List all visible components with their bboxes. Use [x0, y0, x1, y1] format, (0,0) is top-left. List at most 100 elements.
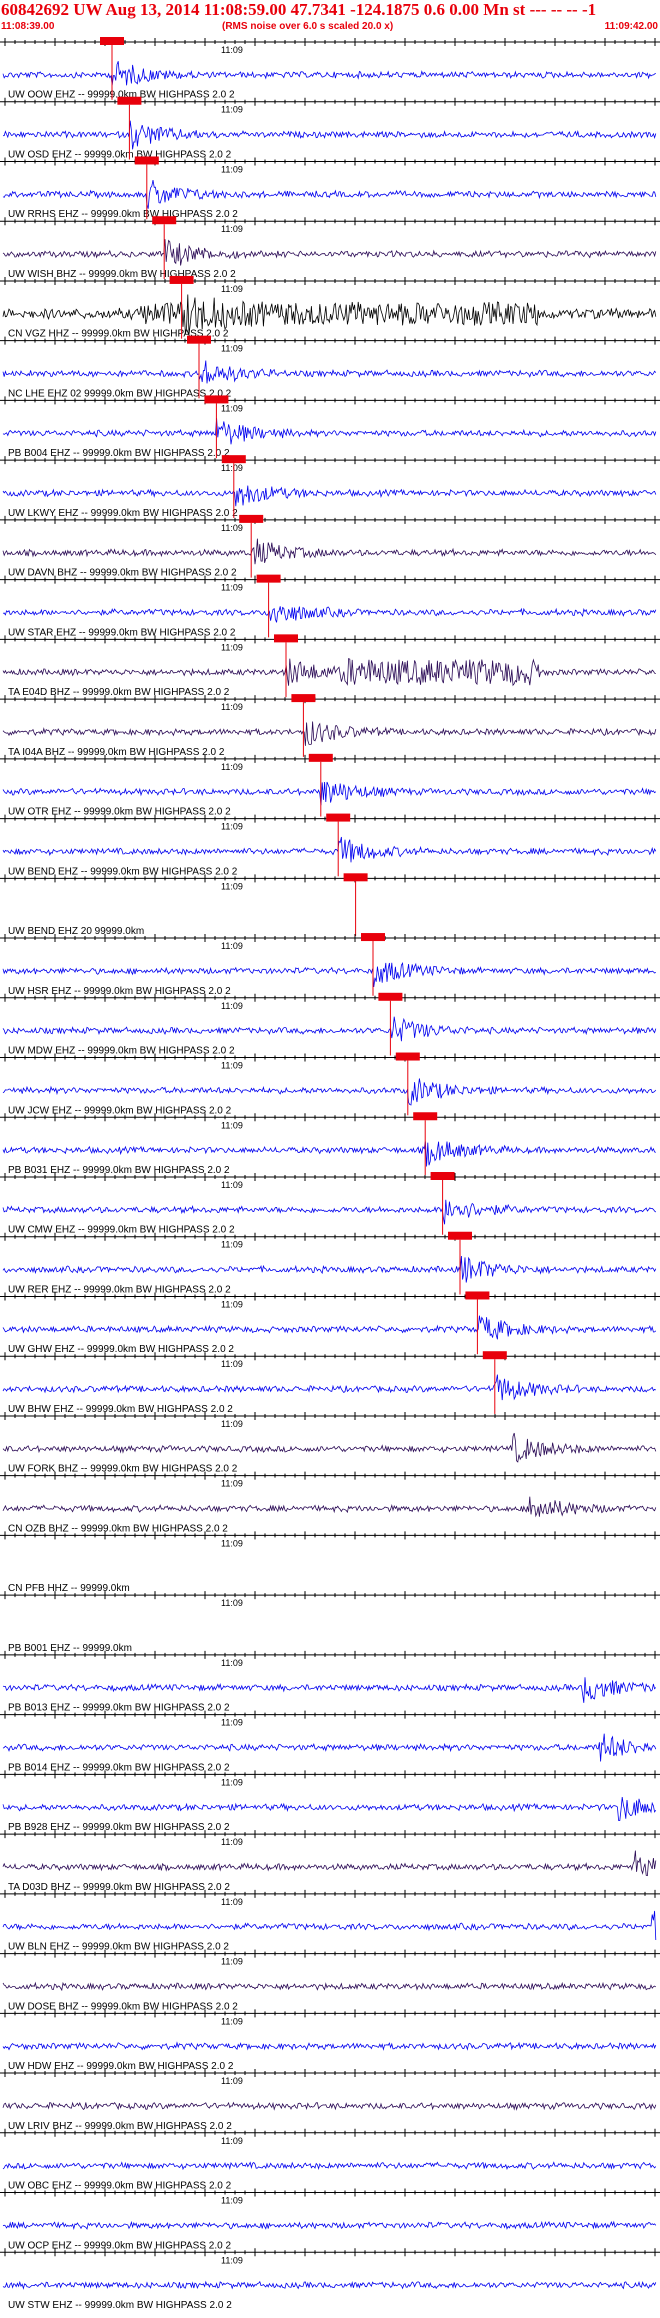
time-tick-label: 11:09: [221, 463, 243, 473]
waveform: [2, 2161, 657, 2171]
pick-marker: [308, 753, 333, 762]
station-label: UW LKWY EHZ -- 99999.0km BW HIGHPASS 2.0…: [8, 508, 238, 519]
time-tick-label: 11:09: [221, 1240, 243, 1250]
waveform: [2, 2220, 657, 2231]
pick-marker: [152, 216, 177, 225]
waveform: [2, 1016, 657, 1042]
station-label: UW BEND EHZ 20 99999.0km: [8, 926, 144, 937]
start-time: 11:08:39.00: [1, 21, 55, 32]
station-label: UW STAR EHZ -- 99999.0km BW HIGHPASS 2.0…: [8, 627, 236, 638]
pick-marker: [343, 873, 368, 882]
end-time: 11:09:42.00: [604, 21, 658, 32]
station-label: UW HDW EHZ -- 99999.0km BW HIGHPASS 2.0 …: [8, 2061, 234, 2072]
time-tick-label: 11:09: [221, 284, 243, 294]
waveform: [2, 1141, 656, 1167]
trace-row: 11:09 PB B004 EHZ -- 99999.0km BW HIGHPAS…: [0, 395, 660, 459]
trace-row: 11:09 UW DOSE BHZ -- 99999.0km BW HIGHPAS…: [0, 1949, 660, 2012]
station-label: TA D03D BHZ -- 99999.0km BW HIGHPASS 2.0…: [8, 1882, 230, 1893]
time-tick-label: 11:09: [221, 1538, 243, 1548]
waveform: [2, 239, 657, 266]
trace-row: 11:09 CN PFB HHZ -- 99999.0km: [0, 1531, 660, 1594]
station-label: UW GHW EHZ -- 99999.0km BW HIGHPASS 2.0 …: [8, 1344, 234, 1355]
trace-row: 11:09 UW BEND EHZ -- 99999.0km BW HIGHPAS…: [0, 813, 660, 877]
pick-marker: [187, 335, 211, 344]
trace-row: 11:09 UW OBC EHZ -- 99999.0km BW HIGHPASS…: [0, 2128, 660, 2192]
trace-row: 11:09 UW STW EHZ -- 99999.0km BW HIGHPASS…: [0, 2248, 660, 2311]
station-label: CN OZB BHZ -- 99999.0km BW HIGHPASS 2.0 …: [8, 1523, 228, 1534]
waveform: [2, 1677, 657, 1703]
station-label: UW STW EHZ -- 99999.0km BW HIGHPASS 2.0 …: [8, 2300, 232, 2311]
trace-row: 11:09 TA I04A BHZ -- 99999.0km BW HIGHPAS…: [0, 694, 660, 758]
time-tick-label: 11:09: [221, 642, 243, 652]
time-tick-label: 11:09: [221, 1718, 243, 1728]
pick-marker: [395, 1052, 420, 1061]
waveform: [2, 2041, 657, 2051]
station-label: PB B001 EHZ -- 99999.0km: [8, 1643, 132, 1654]
trace-row: 11:09 UW LRIV BHZ -- 99999.0km BW HIGHPAS…: [0, 2069, 660, 2132]
seismogram-panel: 11:09UW OOW EHZ -- 99999.0km BW HIGHPASS…: [0, 37, 660, 2311]
station-label: PB B928 EHZ -- 99999.0km BW HIGHPASS 2.0…: [8, 1822, 230, 1833]
station-label: UW RRHS EHZ -- 99999.0km BW HIGHPASS 2.0…: [8, 209, 238, 220]
time-tick-label: 11:09: [221, 523, 243, 533]
trace-row: 11:09 UW HSR EHZ -- 99999.0km BW HIGHPASS…: [0, 933, 660, 997]
waveform: [2, 538, 657, 565]
trace-row: 11:09 UW OCP EHZ -- 99999.0km BW HIGHPASS…: [0, 2188, 660, 2251]
time-tick-label: 11:09: [221, 45, 243, 55]
time-tick-label: 11:09: [221, 2016, 243, 2026]
station-label: UW HSR EHZ -- 99999.0km BW HIGHPASS 2.0 …: [8, 986, 231, 997]
trace-row: 11:09 UW JCW EHZ -- 99999.0km BW HIGHPASS…: [0, 1052, 660, 1116]
trace-row: 11:09 CN OZB BHZ -- 99999.0km BW HIGHPASS…: [0, 1471, 660, 1534]
station-label: UW OBC EHZ -- 99999.0km BW HIGHPASS 2.0 …: [8, 2181, 232, 2192]
time-tick-label: 11:09: [221, 1061, 243, 1071]
waveform: [2, 1496, 657, 1518]
waveform: [2, 836, 657, 863]
waveform: [2, 485, 657, 507]
pick-marker: [378, 992, 403, 1001]
waveform: [2, 1078, 657, 1106]
waveform: [2, 120, 657, 150]
pick-marker: [256, 574, 281, 583]
waveform: [2, 1432, 657, 1463]
time-tick-label: 11:09: [221, 941, 243, 951]
time-tick-label: 11:09: [221, 1658, 243, 1668]
time-tick-label: 11:09: [221, 1897, 243, 1907]
waveform: [2, 781, 657, 806]
time-tick-label: 11:09: [221, 2076, 243, 2086]
time-tick-label: 11:09: [221, 164, 243, 174]
trace-row: 11:09 UW CMW EHZ -- 99999.0km BW HIGHPASS…: [0, 1172, 660, 1236]
time-tick-label: 11:09: [221, 583, 243, 593]
event-title: 60842692 UW Aug 13, 2014 11:08:59.00 47.…: [1, 0, 597, 19]
pick-marker: [361, 933, 385, 942]
time-tick-label: 11:09: [221, 1180, 243, 1190]
station-label: PB B014 EHZ -- 99999.0km BW HIGHPASS 2.0…: [8, 1762, 230, 1773]
station-label: UW BEND EHZ -- 99999.0km BW HIGHPASS 2.0…: [8, 866, 238, 877]
station-label: UW DOSE BHZ -- 99999.0km BW HIGHPASS 2.0…: [8, 2001, 238, 2012]
pick-marker: [326, 813, 351, 822]
waveform: [2, 1981, 657, 1992]
trace-row: 11:09 UW BHW EHZ -- 99999.0km BW HIGHPASS…: [0, 1351, 660, 1415]
station-label: UW MDW EHZ -- 99999.0km BW HIGHPASS 2.0 …: [8, 1046, 235, 1057]
trace-row: 11:09 UW BEND EHZ 20 99999.0km: [0, 873, 660, 937]
trace-row: 11:09 PB B928 EHZ -- 99999.0km BW HIGHPAS…: [0, 1770, 660, 1833]
station-label: NC LHE EHZ 02 99999.0km BW HIGHPASS 2.0 …: [8, 388, 232, 399]
station-label: UW WISH BHZ -- 99999.0km BW HIGHPASS 2.0…: [8, 269, 236, 280]
station-label: PB B031 EHZ -- 99999.0km BW HIGHPASS 2.0…: [8, 1165, 230, 1176]
waveform: [2, 1910, 657, 1941]
waveform: [2, 1797, 657, 1822]
station-label: UW OCP EHZ -- 99999.0km BW HIGHPASS 2.0 …: [8, 2240, 231, 2251]
time-tick-label: 11:09: [221, 2196, 243, 2206]
trace-row: 11:09 UW DAVN BHZ -- 99999.0km BW HIGHPAS…: [0, 514, 660, 579]
station-label: UW FORK BHZ -- 99999.0km BW HIGHPASS 2.0…: [8, 1464, 238, 1475]
station-label: UW CMW EHZ -- 99999.0km BW HIGHPASS 2.0 …: [8, 1225, 235, 1236]
waveform: [2, 180, 657, 209]
waveform: [2, 2280, 657, 2290]
time-tick-label: 11:09: [221, 1777, 243, 1787]
station-label: UW LRIV BHZ -- 99999.0km BW HIGHPASS 2.0…: [8, 2121, 232, 2132]
waveform: [2, 360, 657, 384]
time-tick-label: 11:09: [221, 822, 243, 832]
time-tick-label: 11:09: [221, 1419, 243, 1429]
trace-row: 11:09 PB B001 EHZ -- 99999.0km: [0, 1591, 660, 1654]
pick-marker: [465, 1291, 490, 1300]
trace-row: 11:09 UW FORK BHZ -- 99999.0km BW HIGHPAS…: [0, 1411, 660, 1475]
time-tick-label: 11:09: [221, 1359, 243, 1369]
